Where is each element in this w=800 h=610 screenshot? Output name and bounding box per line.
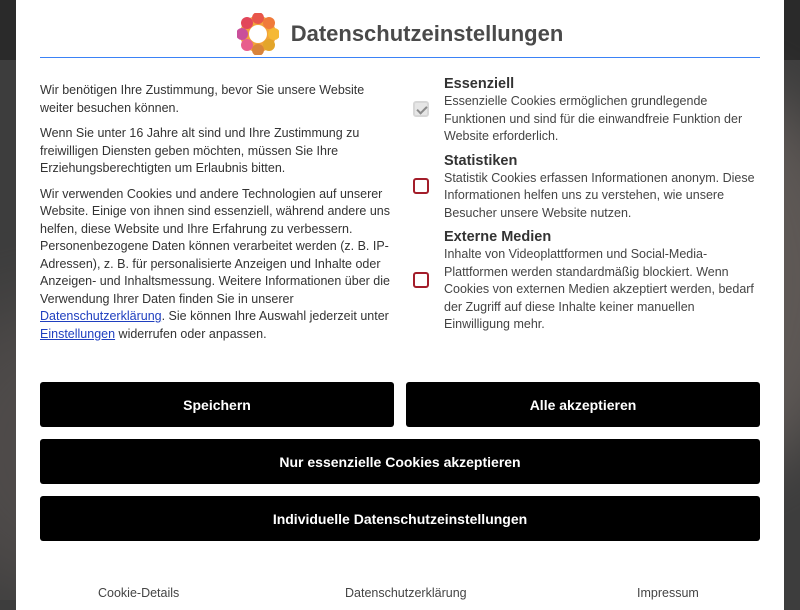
- privacy-dialog: Datenschutzeinstellungen Wir benötigen I…: [16, 0, 784, 610]
- category-name: Essenziell: [444, 76, 515, 92]
- imprint-link[interactable]: Impressum: [637, 586, 699, 600]
- category-description: Essenzielle Cookies ermöglichen grundleg…: [444, 94, 743, 143]
- cookie-details-link[interactable]: Cookie-Details: [98, 586, 179, 600]
- cookie-categories: Essenziell Essenzielle Cookies ermöglich…: [408, 76, 764, 341]
- individual-settings-button[interactable]: Individuelle Datenschutzeinstellungen: [40, 496, 760, 541]
- intro-paragraph-3: Wir verwenden Cookies und andere Technol…: [40, 186, 390, 341]
- category-statistiken: Statistiken Statistik Cookies erfassen I…: [408, 153, 764, 223]
- category-externe-medien: Externe Medien Inhalte von Videoplattfor…: [408, 229, 764, 334]
- statistiken-checkbox[interactable]: [413, 177, 429, 194]
- category-essenziell: Essenziell Essenzielle Cookies ermöglich…: [408, 76, 764, 146]
- intro-text: Wir benötigen Ihre Zustimmung, bevor Sie…: [40, 82, 392, 351]
- accept-all-button[interactable]: Alle akzeptieren: [406, 382, 760, 427]
- dialog-header: Datenschutzeinstellungen: [40, 0, 760, 58]
- category-name: Externe Medien: [444, 229, 552, 245]
- save-button[interactable]: Speichern: [40, 382, 394, 427]
- accept-essential-button[interactable]: Nur essenzielle Cookies akzeptieren: [40, 439, 760, 484]
- privacy-footer-link[interactable]: Datenschutzerklärung: [345, 586, 467, 600]
- category-name: Statistiken: [444, 152, 518, 169]
- category-description: Statistik Cookies erfassen Informationen…: [444, 170, 755, 220]
- dialog-title: Datenschutzeinstellungen: [290, 20, 564, 46]
- logo-icon: [236, 12, 279, 55]
- privacy-policy-link[interactable]: Datenschutzerklärung: [40, 309, 162, 323]
- category-description: Inhalte von Videoplattformen und Social-…: [444, 247, 754, 331]
- essenziell-checkbox: [413, 101, 429, 117]
- dialog-footer: Cookie-Details Datenschutzerklärung Impr…: [40, 586, 760, 606]
- intro-paragraph-2: Wenn Sie unter 16 Jahre alt sind und Ihr…: [40, 126, 360, 175]
- settings-link[interactable]: Einstellungen: [40, 327, 115, 341]
- externe-medien-checkbox[interactable]: [413, 272, 429, 288]
- intro-paragraph-1: Wir benötigen Ihre Zustimmung, bevor Sie…: [40, 83, 365, 115]
